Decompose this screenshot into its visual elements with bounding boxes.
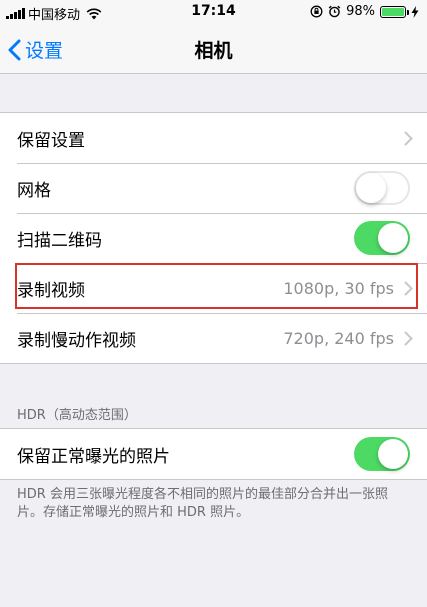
chevron-right-icon [404,281,413,296]
row-label: 录制视频 [17,280,85,301]
alarm-icon [328,5,341,18]
keep-normal-photo-row: 保留正常曝光的照片 [0,429,427,479]
orientation-lock-icon [310,5,323,18]
camera-settings-group: 保留设置 网格 扫描二维码 录制视频 1080p, 30 fps 录制慢动作视频… [0,112,427,364]
status-right: 98% [310,4,419,19]
scan-qr-code-toggle[interactable] [354,221,410,255]
preserve-settings-row[interactable]: 保留设置 [0,113,427,163]
row-label: 保留设置 [17,130,85,151]
record-video-row[interactable]: 录制视频 1080p, 30 fps [0,263,427,313]
battery-icon [380,5,409,18]
hdr-section-header: HDR（高动态范围） [17,408,137,423]
battery-percent: 98% [346,4,375,19]
row-label: 录制慢动作视频 [17,330,136,351]
status-bar: 中国移动 17:14 98% [0,0,427,24]
grid-row: 网格 [0,163,427,213]
row-label: 网格 [17,180,51,201]
row-label: 保留正常曝光的照片 [17,446,170,467]
hdr-group: 保留正常曝光的照片 [0,428,427,480]
page-title: 相机 [194,40,233,62]
record-slo-mo-row[interactable]: 录制慢动作视频 720p, 240 fps [0,313,427,363]
chevron-right-icon [404,331,413,346]
hdr-section-footer: HDR 会用三张曝光程度各不相同的照片的最佳部分合并出一张照片。存储正常曝光的照… [17,487,388,520]
row-value: 720p, 240 fps [283,328,394,348]
row-label: 扫描二维码 [17,230,102,251]
navigation-bar: 设置 相机 [0,24,427,74]
chevron-right-icon [404,131,413,146]
grid-toggle[interactable] [354,171,410,205]
row-value: 1080p, 30 fps [283,278,394,298]
scan-qr-code-row: 扫描二维码 [0,213,427,263]
keep-normal-photo-toggle[interactable] [354,437,410,471]
charging-icon [411,5,419,18]
